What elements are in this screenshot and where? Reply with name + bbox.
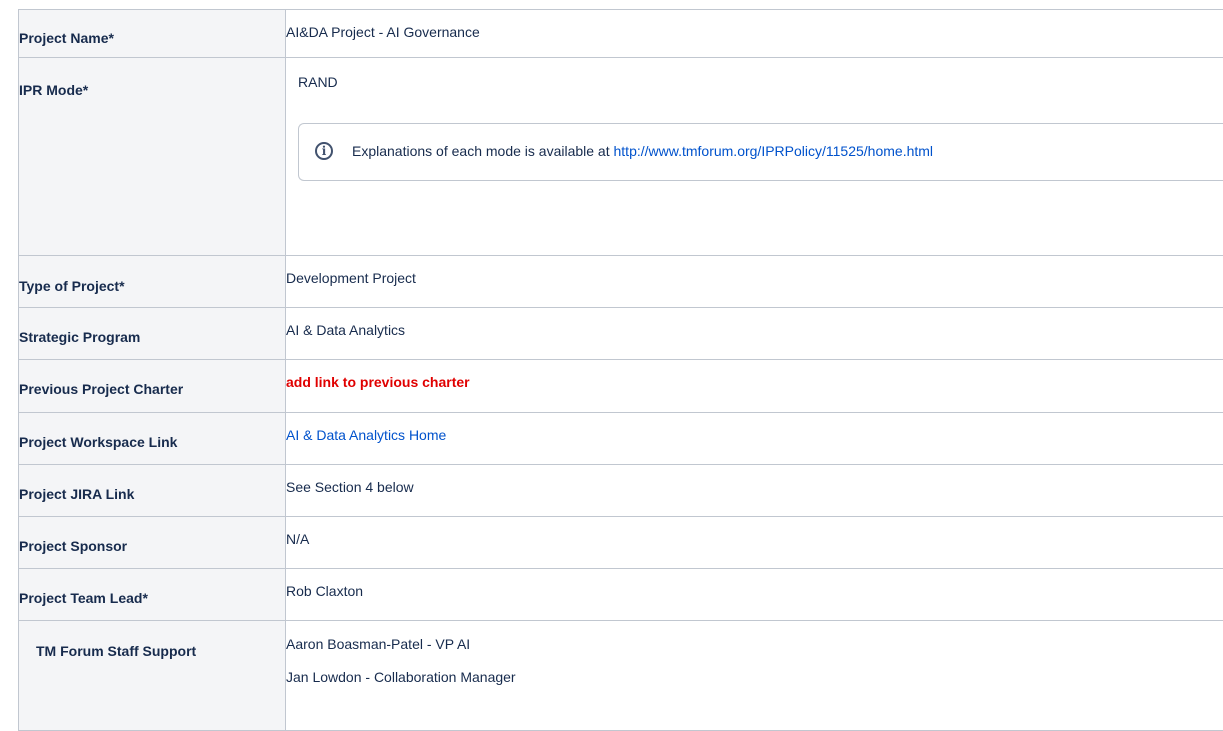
info-panel: i Explanations of each mode is available… — [298, 123, 1223, 181]
row-value: Rob Claxton — [286, 569, 1223, 621]
project-name-label: Project Name* — [19, 10, 285, 46]
table-row: IPR Mode* RAND i Explanations of each mo… — [19, 58, 1223, 256]
staff-support-label: TM Forum Staff Support — [36, 621, 285, 659]
team-lead-value: Rob Claxton — [286, 569, 1223, 599]
row-value: Aaron Boasman-Patel - VP AI Jan Lowdon -… — [286, 621, 1223, 731]
row-header: Project Team Lead* — [19, 569, 286, 621]
info-circle-icon: i — [315, 142, 333, 160]
row-value: Development Project — [286, 256, 1223, 308]
table-row: Previous Project Charter add link to pre… — [19, 360, 1223, 413]
table-row: TM Forum Staff Support Aaron Boasman-Pat… — [19, 621, 1223, 731]
workspace-link[interactable]: AI & Data Analytics Home — [286, 413, 1223, 443]
sponsor-value: N/A — [286, 517, 1223, 547]
row-header: Type of Project* — [19, 256, 286, 308]
table-row: Type of Project* Development Project — [19, 256, 1223, 308]
jira-link-label: Project JIRA Link — [19, 465, 285, 502]
row-header: Project Sponsor — [19, 517, 286, 569]
strategic-program-value: AI & Data Analytics — [286, 308, 1223, 338]
type-of-project-value: Development Project — [286, 256, 1223, 286]
row-header: IPR Mode* — [19, 58, 286, 256]
table-row: Project Team Lead* Rob Claxton — [19, 569, 1223, 621]
table-row: Project JIRA Link See Section 4 below — [19, 465, 1223, 517]
row-value: RAND i Explanations of each mode is avai… — [286, 58, 1223, 256]
row-value: AI&DA Project - AI Governance — [286, 10, 1223, 58]
ipr-policy-link[interactable]: http://www.tmforum.org/IPRPolicy/11525/h… — [614, 143, 934, 159]
info-text: Explanations of each mode is available a… — [352, 143, 933, 159]
table-row: Project Workspace Link AI & Data Analyti… — [19, 413, 1223, 465]
table-row: Project Sponsor N/A — [19, 517, 1223, 569]
info-message: Explanations of each mode is available a… — [352, 143, 614, 159]
row-header: Project Name* — [19, 10, 286, 58]
table-row: Project Name* AI&DA Project - AI Governa… — [19, 10, 1223, 58]
previous-charter-value: add link to previous charter — [286, 360, 1223, 390]
project-name-value: AI&DA Project - AI Governance — [286, 10, 1223, 40]
row-header: Previous Project Charter — [19, 360, 286, 413]
type-of-project-label: Type of Project* — [19, 256, 285, 294]
row-value: add link to previous charter — [286, 360, 1223, 413]
row-header: TM Forum Staff Support — [19, 621, 286, 731]
table-row: Strategic Program AI & Data Analytics — [19, 308, 1223, 360]
team-lead-label: Project Team Lead* — [19, 569, 285, 606]
sponsor-label: Project Sponsor — [19, 517, 285, 554]
row-value: N/A — [286, 517, 1223, 569]
strategic-program-label: Strategic Program — [19, 308, 285, 345]
previous-charter-label: Previous Project Charter — [19, 360, 285, 397]
staff-support-person: Aaron Boasman-Patel - VP AI — [286, 621, 1223, 652]
ipr-mode-value: RAND — [298, 58, 1223, 90]
row-header: Project JIRA Link — [19, 465, 286, 517]
ipr-mode-label: IPR Mode* — [19, 58, 285, 98]
project-charter-table: Project Name* AI&DA Project - AI Governa… — [18, 9, 1223, 731]
row-header: Strategic Program — [19, 308, 286, 360]
row-header: Project Workspace Link — [19, 413, 286, 465]
staff-support-person: Jan Lowdon - Collaboration Manager — [286, 652, 1223, 685]
row-value: AI & Data Analytics Home — [286, 413, 1223, 465]
row-value: AI & Data Analytics — [286, 308, 1223, 360]
jira-link-value: See Section 4 below — [286, 465, 1223, 495]
workspace-link-label: Project Workspace Link — [19, 413, 285, 450]
row-value: See Section 4 below — [286, 465, 1223, 517]
